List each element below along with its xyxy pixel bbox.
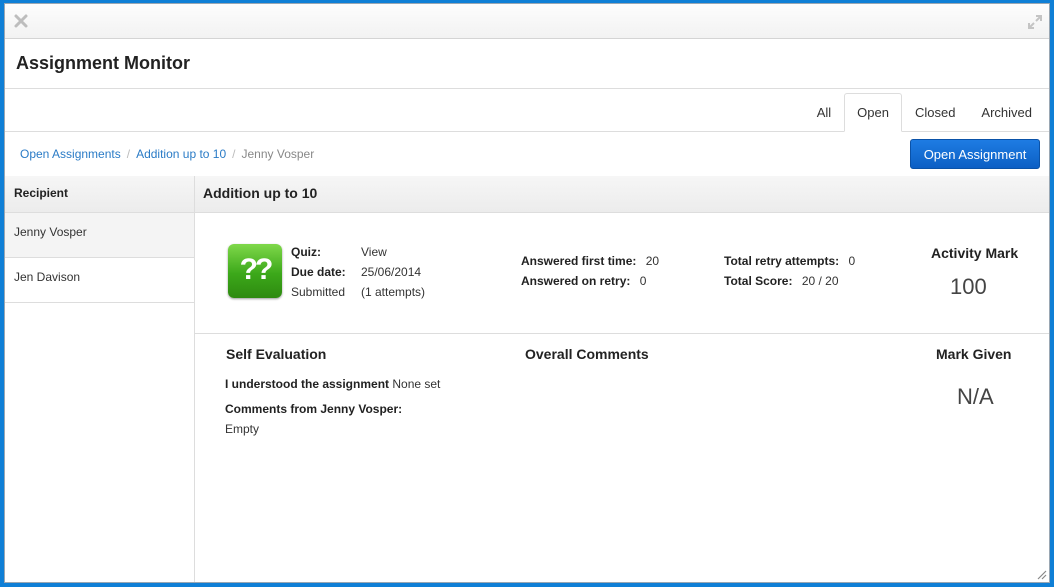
header: Assignment Monitor xyxy=(5,39,1049,89)
total-retry-label: Total retry attempts: xyxy=(724,254,840,268)
first-time-value: 20 xyxy=(645,254,660,268)
tab-open[interactable]: Open xyxy=(844,93,902,132)
self-evaluation-title: Self Evaluation xyxy=(226,346,327,362)
submitted-value: (1 attempts) xyxy=(361,285,426,299)
recipient-item[interactable]: Jen Davison xyxy=(5,258,194,303)
total-score-row: Total Score: 20 / 20 xyxy=(724,274,839,288)
breadcrumb-separator: / xyxy=(232,147,236,161)
recipient-list: Recipient Jenny Vosper Jen Davison xyxy=(5,176,195,582)
first-time-label: Answered first time: xyxy=(521,254,637,268)
tabs-bar: All Open Closed Archived xyxy=(5,89,1049,132)
breadcrumb-separator: / xyxy=(126,147,131,161)
tab-closed[interactable]: Closed xyxy=(902,93,968,131)
breadcrumb-open-assignments[interactable]: Open Assignments xyxy=(20,147,121,161)
understood-row: I understood the assignment None set xyxy=(225,377,440,391)
assignment-detail: Addition up to 10 ?? Quiz: View Due date… xyxy=(195,176,1049,582)
comments-label: Comments from Jenny Vosper: xyxy=(225,402,402,416)
comments-value: Empty xyxy=(225,422,260,436)
breadcrumb-current: Jenny Vosper xyxy=(241,147,315,161)
due-date-label: Due date: xyxy=(291,265,346,279)
total-score-label: Total Score: xyxy=(724,274,793,288)
tab-archived[interactable]: Archived xyxy=(968,93,1045,131)
activity-mark-value: 100 xyxy=(950,274,987,299)
recipient-header: Recipient xyxy=(5,176,194,213)
retry-value: 0 xyxy=(639,274,647,288)
status-tabs: All Open Closed Archived xyxy=(804,93,1045,132)
due-date-value: 25/06/2014 xyxy=(361,265,422,279)
open-assignment-button[interactable]: Open Assignment xyxy=(910,139,1040,169)
expand-icon[interactable] xyxy=(1027,14,1043,30)
retry-row: Answered on retry: 0 xyxy=(521,274,646,288)
recipient-item[interactable]: Jenny Vosper xyxy=(5,213,194,258)
page-title: Assignment Monitor xyxy=(16,53,190,73)
comments-label-text: Comments from Jenny Vosper: xyxy=(225,402,403,416)
resize-grip-icon[interactable] xyxy=(1035,568,1047,580)
understood-label: I understood the assignment xyxy=(225,377,390,391)
first-time-row: Answered first time: 20 xyxy=(521,254,659,268)
understood-value: None set xyxy=(392,377,441,391)
quiz-row: Quiz: xyxy=(291,245,321,259)
total-retry-row: Total retry attempts: 0 xyxy=(724,254,855,268)
quiz-icon: ?? xyxy=(228,244,282,298)
retry-label: Answered on retry: xyxy=(521,274,631,288)
title-bar xyxy=(5,4,1049,39)
mark-given-value: N/A xyxy=(957,384,994,409)
content-area: Recipient Jenny Vosper Jen Davison Addit… xyxy=(5,176,1049,582)
mark-given-title: Mark Given xyxy=(936,346,1012,362)
quiz-view-link[interactable]: View xyxy=(361,245,387,259)
assignment-summary: ?? Quiz: View Due date: 25/06/2014 Submi… xyxy=(195,213,1049,334)
breadcrumb: Open Assignments / Addition up to 10 / Jenny… xyxy=(20,147,314,161)
breadcrumb-bar: Open Assignments / Addition up to 10 / Jenny… xyxy=(5,132,1049,178)
total-retry-value: 0 xyxy=(848,254,856,268)
activity-mark-label: Activity Mark xyxy=(931,245,1019,261)
breadcrumb-assignment[interactable]: Addition up to 10 xyxy=(136,147,226,161)
assignment-title: Addition up to 10 xyxy=(195,176,1049,213)
total-score-value: 20 / 20 xyxy=(801,274,839,288)
overall-comments-title: Overall Comments xyxy=(525,346,649,362)
submitted-label: Submitted xyxy=(291,285,346,299)
due-date-row: Due date: xyxy=(291,265,346,279)
assignment-monitor-window: Assignment Monitor All Open Closed Archi… xyxy=(4,3,1050,583)
close-icon[interactable] xyxy=(13,13,29,29)
quiz-label: Quiz: xyxy=(291,245,321,259)
tab-all[interactable]: All xyxy=(804,93,844,131)
